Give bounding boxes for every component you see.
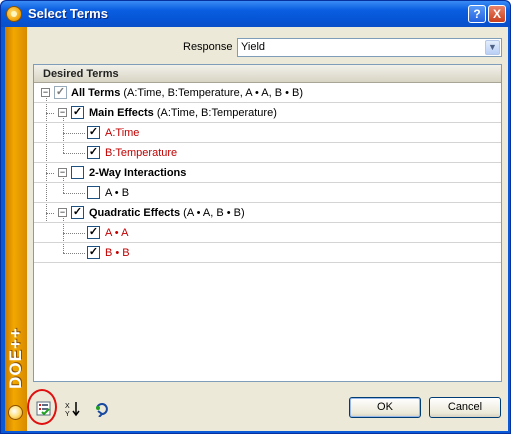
main-effects-checkbox[interactable]: ✓ — [71, 106, 84, 119]
collapse-icon[interactable]: − — [41, 88, 50, 97]
a-a-label: A • A — [105, 227, 129, 239]
sort-terms-icon: X Y — [65, 402, 80, 417]
desired-terms-header: Desired Terms — [34, 65, 501, 83]
select-terms-dialog: Select Terms ? X DOE++ Response Yield ▼ … — [0, 0, 511, 434]
ok-button[interactable]: OK — [349, 397, 421, 418]
tree-row-a-a[interactable]: ✓ A • A — [34, 223, 501, 243]
collapse-icon[interactable]: − — [58, 168, 67, 177]
collapse-icon[interactable]: − — [58, 208, 67, 217]
brand-strip: DOE++ — [5, 27, 27, 431]
b-b-checkbox[interactable]: ✓ — [87, 246, 100, 259]
refresh-icon — [96, 403, 108, 417]
cancel-button[interactable]: Cancel — [429, 397, 501, 418]
select-terms-icon — [36, 401, 51, 416]
b-b-label: B • B — [105, 247, 130, 259]
a-time-label: A:Time — [105, 127, 140, 139]
brand-logo-icon — [8, 405, 23, 420]
tree-row-quadratic[interactable]: − ✓ Quadratic Effects (A • A, B • B) — [34, 203, 501, 223]
dialog-client-area: DOE++ Response Yield ▼ Desired Terms − ✓… — [5, 27, 508, 431]
app-icon — [6, 6, 22, 22]
b-temperature-label: B:Temperature — [105, 147, 178, 159]
all-terms-checkbox[interactable]: ✓ — [54, 86, 67, 99]
tree-row-b-b[interactable]: ✓ B • B — [34, 243, 501, 263]
title-bar: Select Terms ? X — [1, 1, 510, 27]
help-button[interactable]: ? — [468, 5, 486, 23]
tree-row-b-temperature[interactable]: ✓ B:Temperature — [34, 143, 501, 163]
tree-row-a-b[interactable]: A • B — [34, 183, 501, 203]
a-b-label: A • B — [105, 187, 130, 199]
brand-text: DOE++ — [6, 327, 25, 389]
response-select[interactable]: Yield ▼ — [237, 38, 502, 57]
b-temperature-checkbox[interactable]: ✓ — [87, 146, 100, 159]
tree-row-two-way[interactable]: − 2-Way Interactions — [34, 163, 501, 183]
refresh-button[interactable] — [90, 397, 112, 419]
response-value: Yield — [241, 41, 266, 53]
a-time-checkbox[interactable]: ✓ — [87, 126, 100, 139]
quadratic-label: Quadratic Effects (A • A, B • B) — [89, 207, 245, 219]
response-label: Response — [183, 41, 233, 53]
sort-terms-button[interactable]: X Y — [61, 397, 83, 419]
a-a-checkbox[interactable]: ✓ — [87, 226, 100, 239]
all-terms-label: All Terms (A:Time, B:Temperature, A • A,… — [71, 87, 304, 99]
tree-row-main-effects[interactable]: − ✓ Main Effects (A:Time, B:Temperature) — [34, 103, 501, 123]
two-way-label: 2-Way Interactions — [89, 167, 187, 179]
quadratic-checkbox[interactable]: ✓ — [71, 206, 84, 219]
select-terms-button[interactable] — [32, 397, 54, 419]
close-button[interactable]: X — [488, 5, 506, 23]
tree-row-a-time[interactable]: ✓ A:Time — [34, 123, 501, 143]
desired-terms-title: Desired Terms — [43, 68, 119, 80]
a-b-checkbox[interactable] — [87, 186, 100, 199]
chevron-down-icon[interactable]: ▼ — [485, 40, 500, 55]
main-effects-label: Main Effects (A:Time, B:Temperature) — [89, 107, 277, 119]
window-title: Select Terms — [28, 6, 108, 21]
tree-row-all-terms[interactable]: − ✓ All Terms (A:Time, B:Temperature, A … — [34, 83, 501, 103]
two-way-checkbox[interactable] — [71, 166, 84, 179]
svg-text:X: X — [65, 403, 70, 410]
svg-text:Y: Y — [65, 411, 70, 417]
desired-terms-group: Desired Terms − ✓ All Terms (A:Time, B:T… — [33, 64, 502, 382]
collapse-icon[interactable]: − — [58, 108, 67, 117]
